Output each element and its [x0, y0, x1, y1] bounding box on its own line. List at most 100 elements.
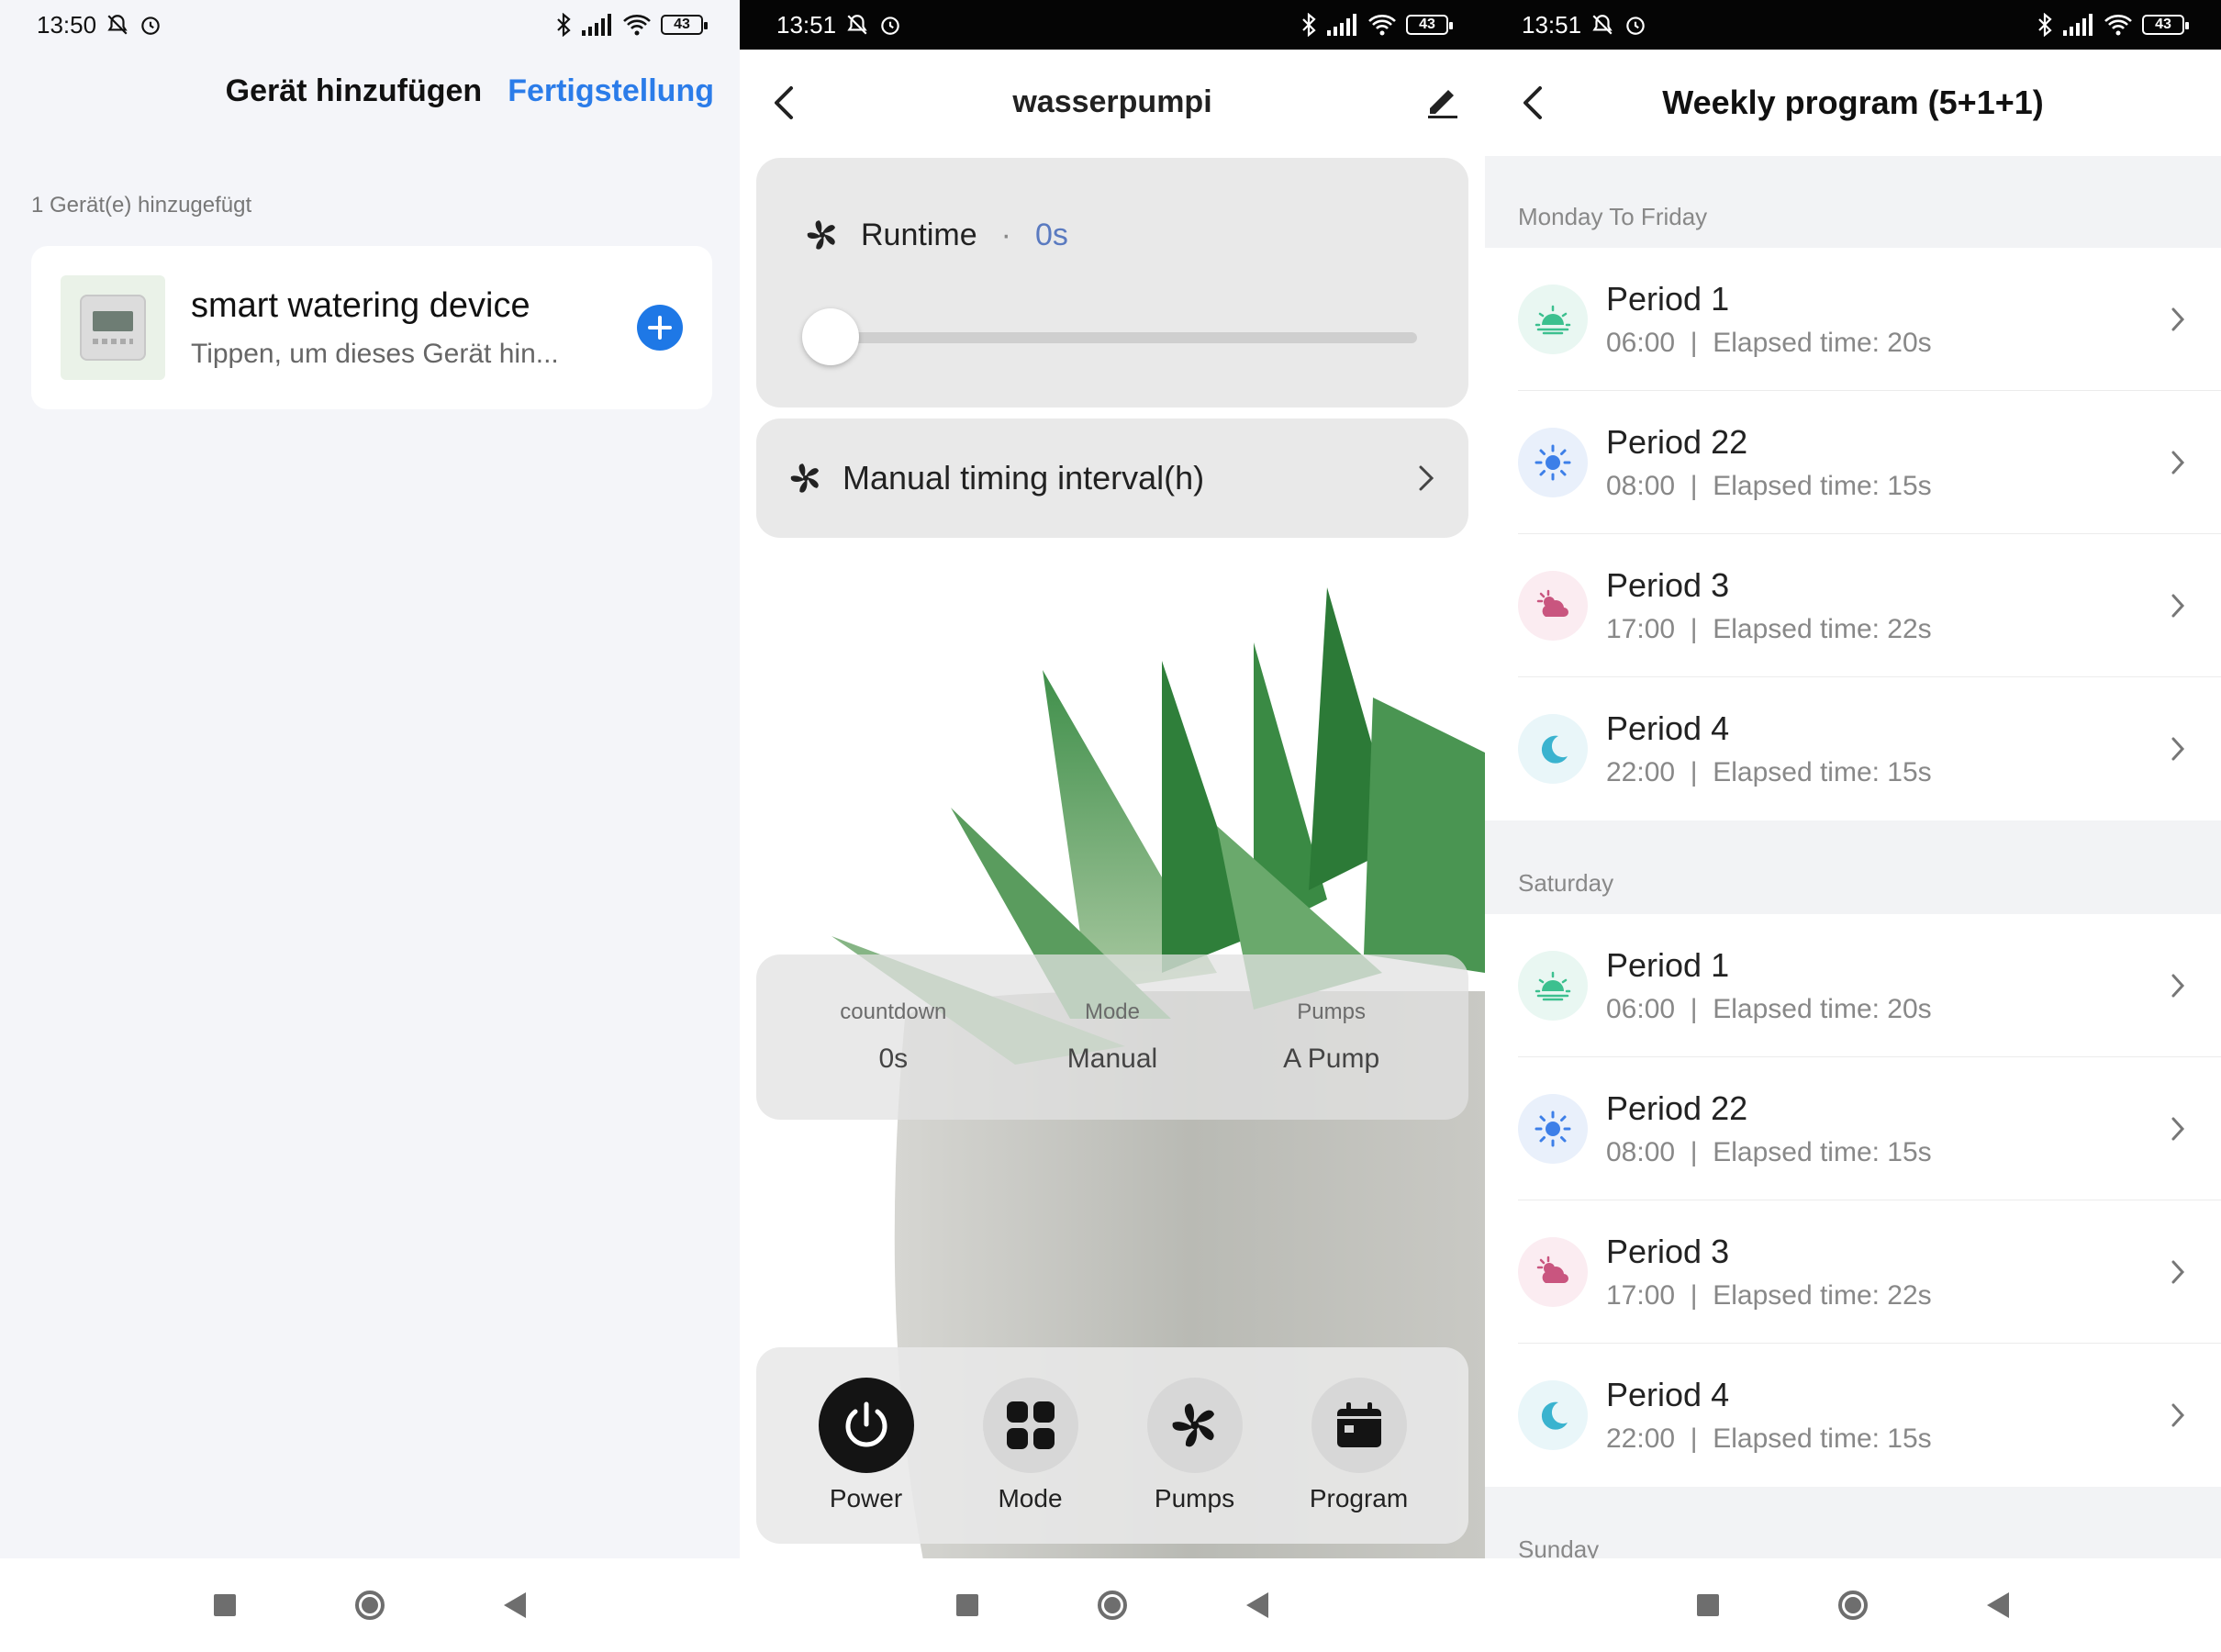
header: wasserpumpi [740, 50, 1485, 154]
runtime-slider-track[interactable] [804, 332, 1417, 343]
system-nav-bar [1485, 1558, 2221, 1652]
period-elapsed: Elapsed time: 22s [1713, 1280, 1932, 1311]
back-arrow-icon[interactable] [767, 83, 800, 123]
runtime-slider-thumb[interactable] [802, 308, 859, 365]
signal-icon [582, 14, 611, 36]
chevron-right-icon [2171, 1260, 2185, 1284]
mode-control[interactable]: Mode [957, 1378, 1104, 1513]
calendar-icon [1336, 1402, 1381, 1447]
period-row[interactable]: Period 3 17:00 | Elapsed time: 22s [1485, 534, 2221, 677]
status-summary-card: countdown 0s Mode Manual Pumps A Pump [756, 954, 1468, 1120]
chevron-right-icon [2171, 1403, 2185, 1427]
status-label: Pumps [1297, 999, 1366, 1024]
cloud-sun-icon [1518, 1237, 1588, 1307]
status-value: Manual [1066, 1044, 1158, 1074]
runtime-label: Runtime [861, 217, 977, 252]
pumps-status: Pumps A Pump [1240, 999, 1423, 1075]
status-value: A Pump [1283, 1044, 1380, 1074]
period-name: Period 1 [1606, 946, 1730, 984]
power-icon [845, 1401, 887, 1447]
manual-interval-row[interactable]: Manual timing interval(h) [756, 419, 1468, 538]
device-card[interactable]: smart watering device Tippen, um dieses … [31, 246, 712, 409]
bluetooth-icon [1302, 13, 1316, 37]
recents-button[interactable] [956, 1594, 978, 1616]
period-row[interactable]: Period 3 17:00 | Elapsed time: 22s [1485, 1200, 2221, 1344]
program-control[interactable]: Program [1286, 1378, 1433, 1513]
recents-button[interactable] [1697, 1594, 1719, 1616]
page-title: Gerät hinzufügen [225, 73, 483, 108]
bell-muted-icon [847, 15, 867, 35]
period-time: 17:00 [1606, 614, 1676, 644]
home-button[interactable] [1098, 1591, 1127, 1620]
system-nav-bar [0, 1558, 740, 1652]
signal-icon [1327, 14, 1356, 36]
period-elapsed: Elapsed time: 15s [1713, 471, 1932, 501]
mode-button[interactable] [982, 1378, 1078, 1473]
saturday-section: Saturday Period 1 06:00 | Elapsed time: 2… [1485, 822, 2221, 1487]
period-row[interactable]: Period 4 22:00 | Elapsed time: 15s [1485, 677, 2221, 820]
status-bar: 13:51 43 [1485, 0, 2221, 50]
sun-icon [1518, 428, 1588, 497]
battery-icon: 43 [661, 15, 708, 35]
sunrise-icon [1518, 285, 1588, 354]
status-label: Mode [1084, 999, 1140, 1024]
period-name: Period 4 [1606, 1376, 1730, 1413]
period-elapsed: Elapsed time: 20s [1713, 994, 1932, 1024]
back-nav-button[interactable] [504, 1592, 526, 1618]
back-nav-button[interactable] [1987, 1592, 2009, 1618]
cloud-sun-icon [1518, 571, 1588, 641]
period-row[interactable]: Period 22 08:00 | Elapsed time: 15s [1485, 391, 2221, 534]
wifi-icon [2104, 15, 2132, 36]
period-row[interactable]: Period 1 06:00 | Elapsed time: 20s [1485, 248, 2221, 391]
chevron-right-icon [1419, 465, 1434, 491]
weekly-program-screen: 13:51 43 Weekly program (5+1+1) Monday T… [1485, 0, 2221, 1652]
runtime-value: 0s [1034, 217, 1068, 252]
power-button[interactable] [818, 1378, 914, 1473]
plus-icon [648, 316, 672, 340]
done-button[interactable]: Fertigstellung [508, 73, 714, 109]
control-bar: Power Mode Pumps Program [756, 1347, 1468, 1544]
countdown-status: countdown 0s [801, 999, 985, 1075]
device-title: wasserpumpi [1012, 84, 1212, 119]
grid-icon [1006, 1401, 1055, 1449]
status-label: countdown [840, 999, 947, 1024]
recents-button[interactable] [214, 1594, 236, 1616]
status-bar: 13:51 43 [740, 0, 1485, 50]
fan-icon [1172, 1403, 1214, 1447]
status-time: 13:50 [37, 10, 97, 39]
back-arrow-icon[interactable] [1516, 83, 1549, 123]
device-control-screen: 13:51 43 wasserpumpi Runtime · 0s Manual… [740, 0, 1485, 1652]
added-count-label: 1 Gerät(e) hinzugefügt [31, 193, 252, 218]
home-button[interactable] [355, 1591, 385, 1620]
period-row[interactable]: Period 1 06:00 | Elapsed time: 20s [1485, 914, 2221, 1057]
chevron-right-icon [2171, 451, 2185, 474]
mode-status: Mode Manual [1021, 999, 1204, 1075]
battery-level: 43 [1419, 17, 1435, 32]
period-name: Period 22 [1606, 423, 1748, 461]
chevron-right-icon [2171, 737, 2185, 761]
pumps-control[interactable]: Pumps [1122, 1378, 1268, 1513]
program-button[interactable] [1311, 1378, 1407, 1473]
sun-icon [1518, 1094, 1588, 1164]
add-device-button[interactable] [637, 305, 683, 351]
power-control[interactable]: Power [793, 1378, 940, 1513]
alarm-icon [1626, 17, 1645, 35]
control-label: Program [1309, 1484, 1409, 1512]
period-row[interactable]: Period 22 08:00 | Elapsed time: 15s [1485, 1057, 2221, 1200]
period-row[interactable]: Period 4 22:00 | Elapsed time: 15s [1485, 1344, 2221, 1487]
period-name: Period 3 [1606, 1233, 1730, 1270]
chevron-right-icon [2171, 974, 2185, 998]
device-name: smart watering device [191, 285, 530, 325]
weekday-section: Monday To Friday Period 1 06:00 | Elapsed… [1485, 156, 2221, 820]
bluetooth-icon [2038, 13, 2052, 37]
pumps-button[interactable] [1146, 1378, 1243, 1473]
bluetooth-icon [557, 13, 571, 37]
period-time: 08:00 [1606, 1137, 1676, 1167]
alarm-icon [881, 17, 899, 35]
edit-pencil-icon[interactable] [1423, 81, 1463, 121]
section-label: Monday To Friday [1518, 203, 1708, 230]
home-button[interactable] [1838, 1591, 1868, 1620]
device-hint: Tippen, um dieses Gerät hin... [191, 338, 559, 369]
period-name: Period 22 [1606, 1089, 1748, 1127]
back-nav-button[interactable] [1246, 1592, 1268, 1618]
